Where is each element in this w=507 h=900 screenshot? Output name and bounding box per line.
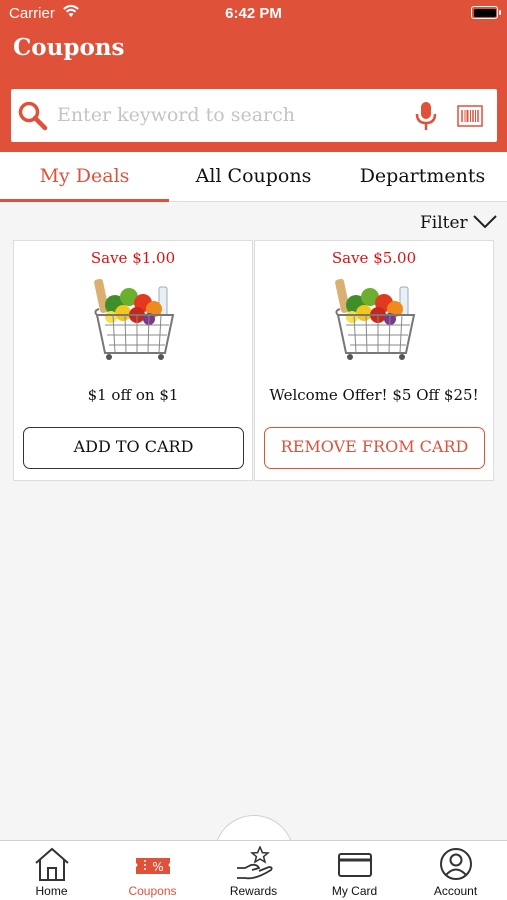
home-icon <box>35 847 69 881</box>
coupon-card: Save $5.00 Welcome Offer! $5 Off $25! RE… <box>254 240 494 481</box>
barcode-scan-icon[interactable] <box>457 105 483 127</box>
grocery-basket-image <box>94 278 175 360</box>
tab-my-deals[interactable]: My Deals <box>0 152 169 202</box>
search-input[interactable] <box>57 97 407 133</box>
chevron-down-icon <box>473 215 497 229</box>
app-header: Carrier 6:42 PM Coupons <box>0 0 507 152</box>
nav-coupons[interactable]: % Coupons <box>102 842 203 900</box>
grocery-basket-image <box>335 278 416 360</box>
coupon-card: Save $1.00 $1 off on $1 ADD TO CARD <box>13 240 253 481</box>
account-icon <box>440 848 472 880</box>
save-amount: Save $1.00 <box>90 249 176 267</box>
search-icon[interactable] <box>17 100 49 132</box>
filter-label: Filter <box>420 213 468 233</box>
nav-rewards[interactable]: Rewards <box>203 842 304 900</box>
nav-account-label: Account <box>433 884 478 898</box>
nav-rewards-label: Rewards <box>229 884 278 898</box>
status-time: 6:42 PM <box>225 5 282 22</box>
status-bar: Carrier 6:42 PM <box>0 0 507 28</box>
rewards-icon <box>237 846 273 880</box>
nav-my-card-label: My Card <box>331 884 378 898</box>
coupon-description: Welcome Offer! $5 Off $25! <box>269 386 479 404</box>
battery-icon <box>471 6 501 19</box>
search-bar <box>11 89 497 142</box>
coupon-description: $1 off on $1 <box>87 386 179 404</box>
save-amount: Save $5.00 <box>331 249 417 267</box>
tab-bar: My Deals All Coupons Departments <box>0 152 507 202</box>
nav-my-card[interactable]: My Card <box>304 842 405 900</box>
coupon-icon: % <box>136 858 170 874</box>
remove-from-card-button[interactable]: REMOVE FROM CARD <box>264 427 485 469</box>
tab-all-coupons[interactable]: All Coupons <box>169 152 338 202</box>
nav-home[interactable]: Home <box>1 842 102 900</box>
svg-text:%: % <box>152 860 163 874</box>
page-title: Coupons <box>13 34 125 61</box>
nav-home-label: Home <box>35 884 68 898</box>
add-to-card-button[interactable]: ADD TO CARD <box>23 427 244 469</box>
microphone-icon[interactable] <box>415 101 437 131</box>
tab-departments[interactable]: Departments <box>338 152 507 202</box>
card-icon <box>338 853 372 877</box>
nav-account[interactable]: Account <box>405 842 506 900</box>
nav-coupons-label: Coupons <box>128 884 177 898</box>
